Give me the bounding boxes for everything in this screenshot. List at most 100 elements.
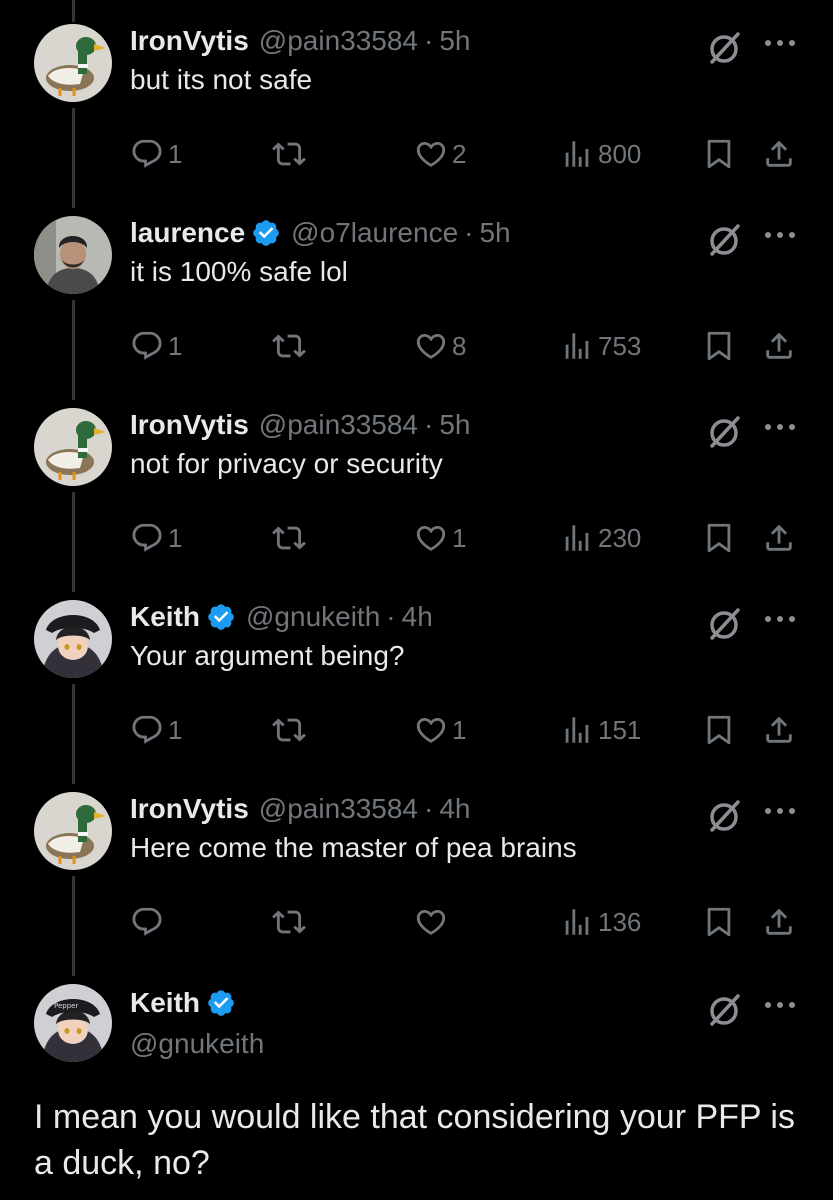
more-icon[interactable] — [760, 804, 800, 818]
main-tweet-header: Keith — [130, 984, 236, 1022]
man-avatar[interactable] — [34, 216, 112, 294]
like-button[interactable]: 2 — [414, 132, 466, 176]
reply-tweet[interactable]: laurence @o7laurence · 5h it is 100% safe lo… — [0, 214, 833, 394]
reply-button[interactable]: 1 — [130, 516, 182, 560]
anime-avatar[interactable] — [34, 600, 112, 678]
like-button[interactable]: 1 — [414, 516, 466, 560]
bookmark-button[interactable] — [702, 324, 736, 368]
reply-icon — [132, 907, 162, 936]
views-button[interactable]: 753 — [560, 324, 641, 368]
author-name[interactable]: IronVytis — [130, 793, 249, 825]
verified-badge-icon — [208, 604, 234, 630]
author-handle[interactable]: @pain33584 — [259, 25, 418, 57]
view-count: 136 — [598, 906, 642, 937]
timestamp[interactable]: 5h — [439, 409, 470, 441]
anime-avatar[interactable]: Pepper — [34, 984, 112, 1062]
more-icon[interactable] — [760, 228, 800, 242]
share-button[interactable] — [762, 516, 796, 560]
author-name[interactable]: laurence — [130, 217, 245, 249]
like-button[interactable]: 1 — [414, 708, 466, 752]
timestamp[interactable]: 4h — [402, 601, 433, 633]
share-icon — [766, 716, 792, 743]
reply-button[interactable]: 1 — [130, 324, 182, 368]
author-handle[interactable]: @o7laurence — [291, 217, 458, 249]
action-bar: 1 1 230 — [130, 516, 810, 560]
grok-icon[interactable] — [704, 412, 744, 452]
more-icon[interactable] — [760, 998, 800, 1012]
retweet-button[interactable] — [272, 324, 306, 368]
tweet-text: Your argument being? — [130, 640, 405, 671]
reply-button[interactable]: 1 — [130, 132, 182, 176]
retweet-button[interactable] — [272, 516, 306, 560]
author-handle[interactable]: @gnukeith — [246, 601, 380, 633]
reply-count: 1 — [168, 522, 183, 553]
tweet-header: IronVytis @pain33584 · 5h — [130, 22, 471, 60]
reply-button[interactable] — [130, 900, 168, 944]
like-button[interactable] — [414, 900, 452, 944]
share-button[interactable] — [762, 132, 796, 176]
views-button[interactable]: 800 — [560, 132, 641, 176]
duck-avatar[interactable] — [34, 24, 112, 102]
retweet-icon — [272, 910, 306, 934]
timestamp[interactable]: 5h — [479, 217, 510, 249]
tweet-text: Here come the master of pea brains — [130, 832, 577, 863]
bookmark-button[interactable] — [702, 708, 736, 752]
views-button[interactable]: 230 — [560, 516, 641, 560]
duck-avatar[interactable] — [34, 792, 112, 870]
more-icon[interactable] — [760, 612, 800, 626]
separator-dot: · — [386, 601, 396, 632]
retweet-button[interactable] — [272, 708, 306, 752]
reply-tweet[interactable]: IronVytis @pain33584 · 5h not for privacy or… — [0, 406, 833, 586]
share-button[interactable] — [762, 900, 796, 944]
tweet-header: IronVytis @pain33584 · 5h — [130, 406, 471, 444]
reply-tweet[interactable]: IronVytis @pain33584 · 5h but its not safe 1 2… — [0, 22, 833, 202]
bookmark-button[interactable] — [702, 132, 736, 176]
action-bar: 1 2 800 — [130, 132, 810, 176]
grok-icon[interactable] — [704, 796, 744, 836]
grok-icon[interactable] — [704, 220, 744, 260]
views-icon — [565, 525, 589, 551]
author-handle[interactable]: @gnukeith — [130, 1028, 264, 1060]
share-button[interactable] — [762, 708, 796, 752]
author-name[interactable]: Keith — [130, 601, 200, 633]
share-icon — [766, 908, 792, 935]
grok-icon[interactable] — [704, 604, 744, 644]
view-count: 151 — [598, 714, 642, 745]
duck-avatar[interactable] — [34, 408, 112, 486]
reply-count: 1 — [168, 714, 183, 745]
bookmark-button[interactable] — [702, 516, 736, 560]
reply-icon — [132, 331, 162, 360]
retweet-button[interactable] — [272, 132, 306, 176]
bookmark-icon — [707, 331, 731, 361]
separator-dot: · — [424, 793, 434, 824]
views-button[interactable]: 151 — [560, 708, 641, 752]
timestamp[interactable]: 5h — [439, 25, 470, 57]
reply-button[interactable]: 1 — [130, 708, 182, 752]
like-button[interactable]: 8 — [414, 324, 466, 368]
author-name[interactable]: IronVytis — [130, 25, 249, 57]
separator-dot: · — [464, 217, 474, 248]
views-button[interactable]: 136 — [560, 900, 641, 944]
author-handle[interactable]: @pain33584 — [259, 409, 418, 441]
retweet-button[interactable] — [272, 900, 306, 944]
grok-icon[interactable] — [704, 28, 744, 68]
more-icon[interactable] — [760, 36, 800, 50]
reply-count: 1 — [168, 330, 183, 361]
share-button[interactable] — [762, 324, 796, 368]
like-count: 1 — [452, 522, 467, 553]
bookmark-icon — [707, 139, 731, 169]
reply-tweet[interactable]: IronVytis @pain33584 · 4h Here come the mast… — [0, 790, 833, 970]
author-name[interactable]: IronVytis — [130, 409, 249, 441]
view-count: 753 — [598, 330, 642, 361]
view-count: 230 — [598, 522, 642, 553]
reply-tweet[interactable]: Keith @gnukeith · 4h Your argument being? 1 1 1… — [0, 598, 833, 778]
retweet-icon — [272, 142, 306, 166]
more-icon[interactable] — [760, 420, 800, 434]
separator-dot: · — [424, 25, 434, 56]
main-tweet[interactable]: Pepper Keith @gnukeith I mean you would … — [0, 984, 833, 1200]
grok-icon[interactable] — [704, 990, 744, 1030]
timestamp[interactable]: 4h — [439, 793, 470, 825]
author-handle[interactable]: @pain33584 — [259, 793, 418, 825]
bookmark-button[interactable] — [702, 900, 736, 944]
author-name[interactable]: Keith — [130, 987, 200, 1019]
